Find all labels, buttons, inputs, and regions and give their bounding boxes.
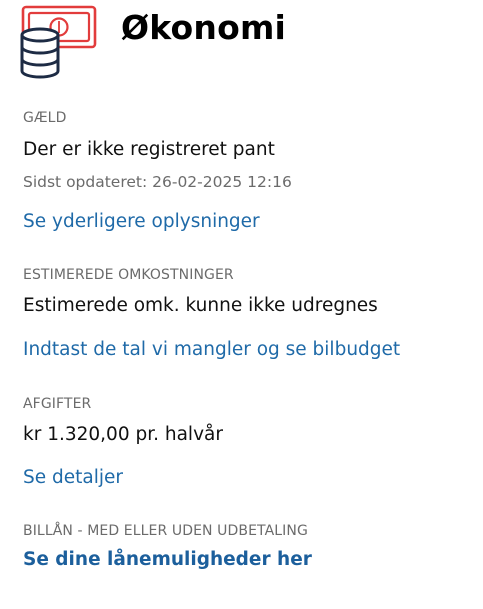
debt-updated: Sidst opdateret: 26-02-2025 12:16 (23, 173, 292, 191)
debt-value: Der er ikke registreret pant (23, 139, 275, 160)
fees-value: kr 1.320,00 pr. halvår (23, 424, 223, 445)
page-title: Økonomi (121, 8, 287, 47)
page-header: Økonomi (20, 4, 480, 82)
car-budget-link[interactable]: Indtast de tal vi mangler og se bilbudge… (23, 338, 400, 362)
fees-label: AFGIFTER (23, 396, 92, 412)
loan-options-link[interactable]: Se dine lånemuligheder her (23, 548, 312, 572)
costs-value: Estimerede omk. kunne ikke udregnes (23, 295, 378, 316)
loan-label: BILLÅN - MED ELLER UDEN UDBETALING (23, 523, 308, 539)
fees-details-link[interactable]: Se detaljer (23, 466, 123, 490)
money-icon (20, 5, 97, 79)
debt-label: GÆLD (23, 110, 67, 126)
costs-label: ESTIMEREDE OMKOSTNINGER (23, 267, 234, 283)
debt-more-info-link[interactable]: Se yderligere oplysninger (23, 210, 260, 234)
